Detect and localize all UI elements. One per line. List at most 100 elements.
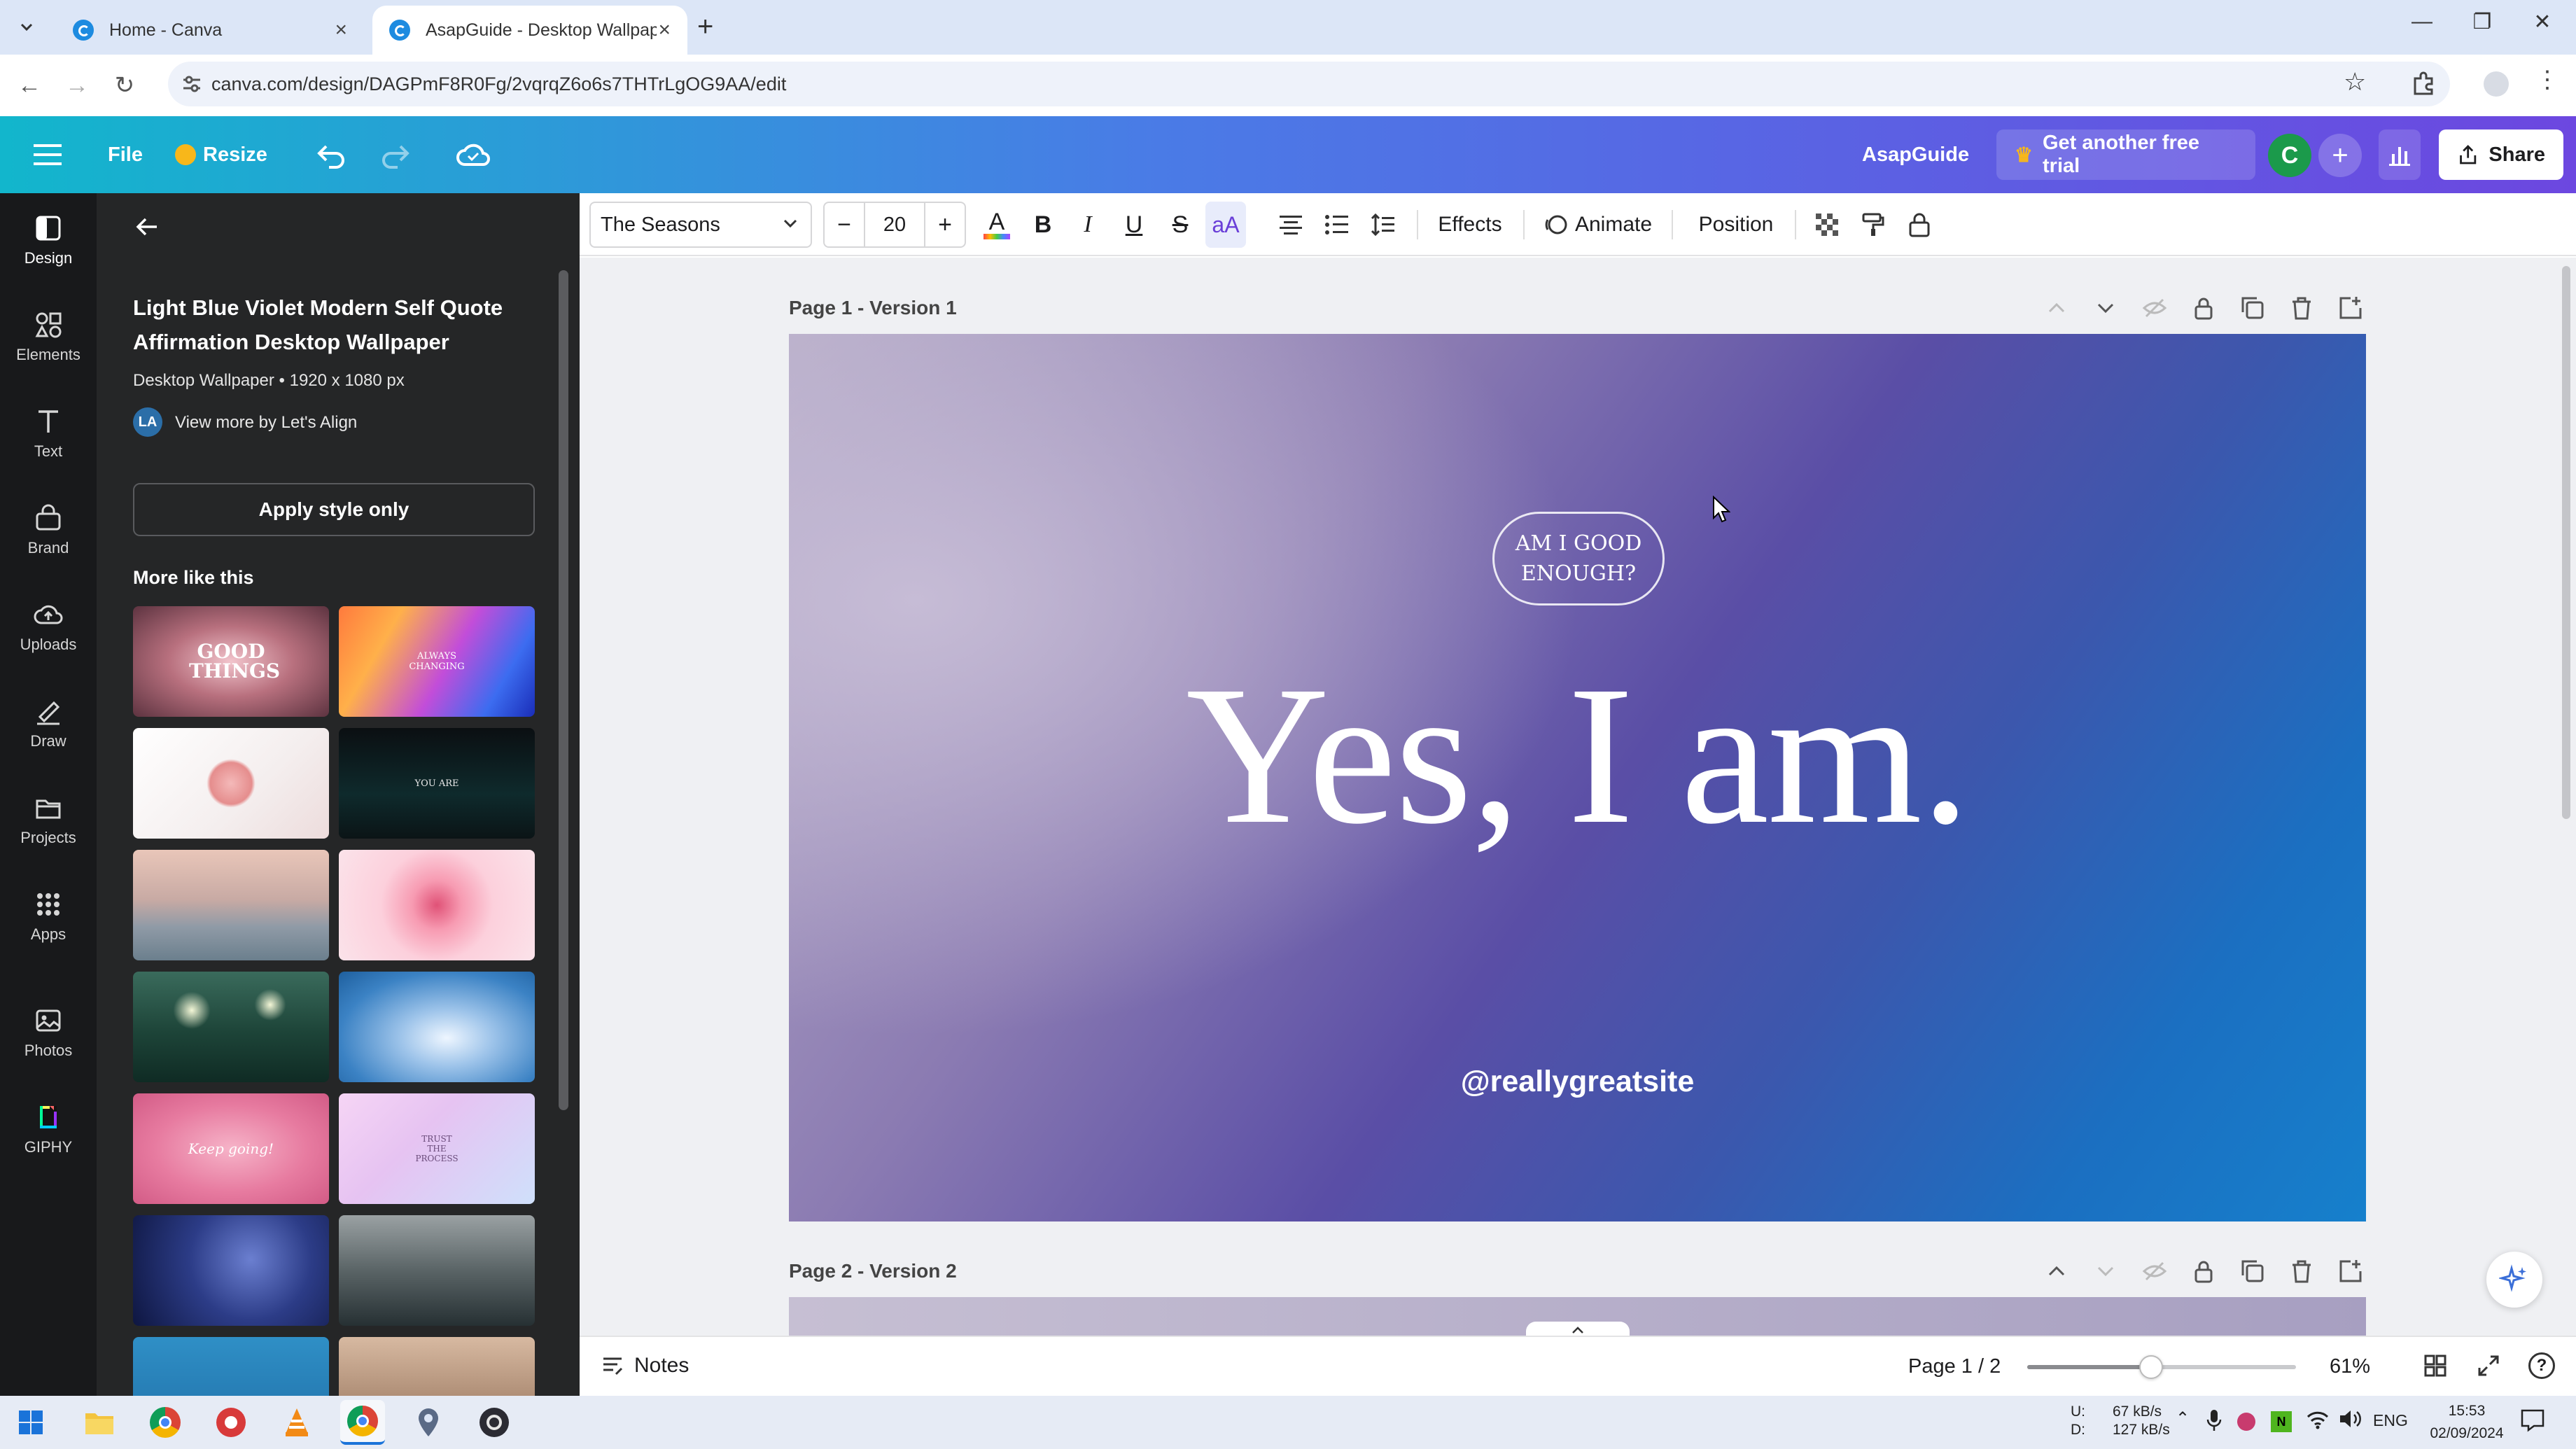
zoom-slider-thumb[interactable] bbox=[2138, 1355, 2163, 1379]
volume-icon[interactable] bbox=[2338, 1408, 2362, 1429]
move-page-down-icon[interactable] bbox=[2092, 294, 2120, 322]
browser-tab-home[interactable]: Home - Canva × bbox=[56, 6, 364, 55]
lock-icon[interactable] bbox=[1901, 202, 1938, 248]
author-link[interactable]: View more by Let's Align bbox=[175, 413, 357, 433]
spacing-icon[interactable] bbox=[1365, 202, 1401, 248]
design-page[interactable]: AM I GOOD ENOUGH? Yes, I am. @reallygrea… bbox=[789, 334, 2366, 1222]
page-indicator[interactable]: Page 1 / 2 bbox=[1908, 1355, 2001, 1378]
decrease-font-size-button[interactable]: − bbox=[825, 211, 864, 239]
delete-page-icon[interactable] bbox=[2288, 294, 2316, 322]
close-tab-icon[interactable]: × bbox=[658, 18, 671, 42]
rail-item-design[interactable]: Design bbox=[0, 199, 97, 281]
team-name[interactable]: AsapGuide bbox=[1862, 116, 1969, 193]
template-thumbnail[interactable]: Keep going! bbox=[133, 1093, 329, 1204]
screen-recorder-icon[interactable] bbox=[209, 1400, 253, 1445]
grid-view-icon[interactable] bbox=[2423, 1354, 2447, 1378]
chrome-active-icon[interactable] bbox=[340, 1400, 385, 1445]
move-page-up-icon[interactable] bbox=[2043, 294, 2071, 322]
copy-style-icon[interactable] bbox=[1855, 202, 1891, 248]
wifi-icon[interactable] bbox=[2306, 1408, 2330, 1429]
tab-list-button[interactable] bbox=[13, 13, 41, 41]
font-family-select[interactable]: The Seasons bbox=[589, 202, 812, 248]
template-thumbnail[interactable] bbox=[339, 850, 535, 960]
rail-item-giphy[interactable]: GIPHY bbox=[0, 1088, 97, 1170]
rail-item-brand[interactable]: Brand bbox=[0, 489, 97, 571]
fullscreen-icon[interactable] bbox=[2477, 1354, 2500, 1378]
panel-scrollbar[interactable] bbox=[559, 270, 568, 1110]
template-thumbnail[interactable] bbox=[133, 1337, 329, 1396]
position-button[interactable]: Position bbox=[1687, 202, 1785, 248]
rail-item-photos[interactable]: Photos bbox=[0, 991, 97, 1074]
back-icon[interactable]: ← bbox=[11, 67, 48, 104]
recording-tray-icon[interactable] bbox=[2237, 1413, 2255, 1431]
redo-icon[interactable] bbox=[379, 116, 410, 193]
browser-tab-active[interactable]: AsapGuide - Desktop Wallpape × bbox=[372, 6, 687, 55]
maps-app-icon[interactable] bbox=[406, 1400, 451, 1445]
page-title[interactable]: Page 1 - Version 1 bbox=[789, 297, 957, 319]
zoom-slider[interactable] bbox=[2027, 1355, 2296, 1379]
chrome-icon[interactable] bbox=[143, 1400, 188, 1445]
template-thumbnail[interactable]: YOU ARE bbox=[339, 728, 535, 839]
bold-button[interactable]: B bbox=[1025, 202, 1061, 248]
rail-item-draw[interactable]: Draw bbox=[0, 682, 97, 764]
effects-button[interactable]: Effects bbox=[1428, 202, 1512, 248]
duplicate-page-icon[interactable] bbox=[2239, 294, 2267, 322]
transparency-icon[interactable] bbox=[1809, 202, 1845, 248]
share-button[interactable]: Share bbox=[2439, 130, 2563, 180]
panel-back-icon[interactable] bbox=[133, 213, 161, 241]
rail-item-projects[interactable]: Projects bbox=[0, 778, 97, 861]
rail-item-apps[interactable]: Apps bbox=[0, 875, 97, 958]
template-thumbnail[interactable] bbox=[133, 850, 329, 960]
template-thumbnail[interactable] bbox=[339, 1337, 535, 1396]
help-icon[interactable]: ? bbox=[2528, 1352, 2555, 1379]
lock-page-icon[interactable] bbox=[2190, 294, 2218, 322]
strikethrough-button[interactable]: S bbox=[1162, 202, 1198, 248]
headline-text[interactable]: Yes, I am. bbox=[789, 656, 2366, 855]
site-info-icon[interactable] bbox=[181, 73, 203, 95]
list-icon[interactable] bbox=[1319, 202, 1355, 248]
notifications-icon[interactable] bbox=[2520, 1408, 2545, 1432]
undo-icon[interactable] bbox=[316, 116, 347, 193]
cloud-saved-icon[interactable] bbox=[456, 116, 490, 193]
hide-page-icon[interactable] bbox=[2141, 1257, 2169, 1285]
apply-style-button[interactable]: Apply style only bbox=[133, 483, 535, 536]
template-thumbnail[interactable]: TRUST THE PROCESS bbox=[339, 1093, 535, 1204]
template-thumbnail[interactable] bbox=[339, 972, 535, 1082]
notes-button[interactable]: Notes bbox=[601, 1354, 689, 1378]
minimize-window-icon[interactable]: — bbox=[2401, 10, 2443, 34]
obs-icon[interactable] bbox=[472, 1400, 517, 1445]
add-member-button[interactable]: + bbox=[2318, 134, 2362, 177]
lock-page-icon[interactable] bbox=[2190, 1257, 2218, 1285]
zoom-level[interactable]: 61% bbox=[2330, 1355, 2370, 1378]
underline-button[interactable]: U bbox=[1116, 202, 1152, 248]
file-menu[interactable]: File bbox=[108, 116, 143, 193]
close-tab-icon[interactable]: × bbox=[335, 18, 347, 42]
bookmark-star-icon[interactable]: ☆ bbox=[2344, 67, 2366, 97]
rail-item-elements[interactable]: Elements bbox=[0, 295, 97, 378]
move-page-up-icon[interactable] bbox=[2043, 1257, 2071, 1285]
add-page-icon[interactable] bbox=[2337, 294, 2365, 322]
rail-item-text[interactable]: Text bbox=[0, 392, 97, 475]
file-explorer-icon[interactable] bbox=[77, 1400, 122, 1445]
vlc-icon[interactable] bbox=[274, 1400, 319, 1445]
rail-item-uploads[interactable]: Uploads bbox=[0, 585, 97, 668]
insights-button[interactable] bbox=[2379, 130, 2421, 180]
template-thumbnail[interactable] bbox=[133, 728, 329, 839]
clock[interactable]: 15:53 02/09/2024 bbox=[2425, 1400, 2509, 1444]
nvidia-tray-icon[interactable]: N bbox=[2271, 1411, 2292, 1432]
quote-badge[interactable]: AM I GOOD ENOUGH? bbox=[1492, 512, 1665, 606]
letter-case-button[interactable]: aA bbox=[1205, 202, 1246, 248]
user-avatar[interactable]: C bbox=[2268, 134, 2311, 177]
url-field[interactable]: canva.com/design/DAGPmF8R0Fg/2vqrqZ6o6s7… bbox=[168, 62, 2450, 106]
new-tab-button[interactable]: + bbox=[697, 11, 713, 43]
add-page-icon[interactable] bbox=[2337, 1257, 2365, 1285]
language-indicator[interactable]: ENG bbox=[2373, 1411, 2408, 1430]
move-page-down-icon[interactable] bbox=[2092, 1257, 2120, 1285]
reload-icon[interactable]: ↻ bbox=[106, 67, 143, 104]
windows-start-icon[interactable] bbox=[8, 1400, 53, 1445]
italic-button[interactable]: I bbox=[1070, 202, 1106, 248]
free-trial-button[interactable]: ♛ Get another free trial bbox=[1996, 130, 2255, 180]
forward-icon[interactable]: → bbox=[59, 67, 95, 104]
profile-avatar[interactable] bbox=[2484, 71, 2509, 97]
text-color-button[interactable]: A bbox=[979, 202, 1015, 248]
